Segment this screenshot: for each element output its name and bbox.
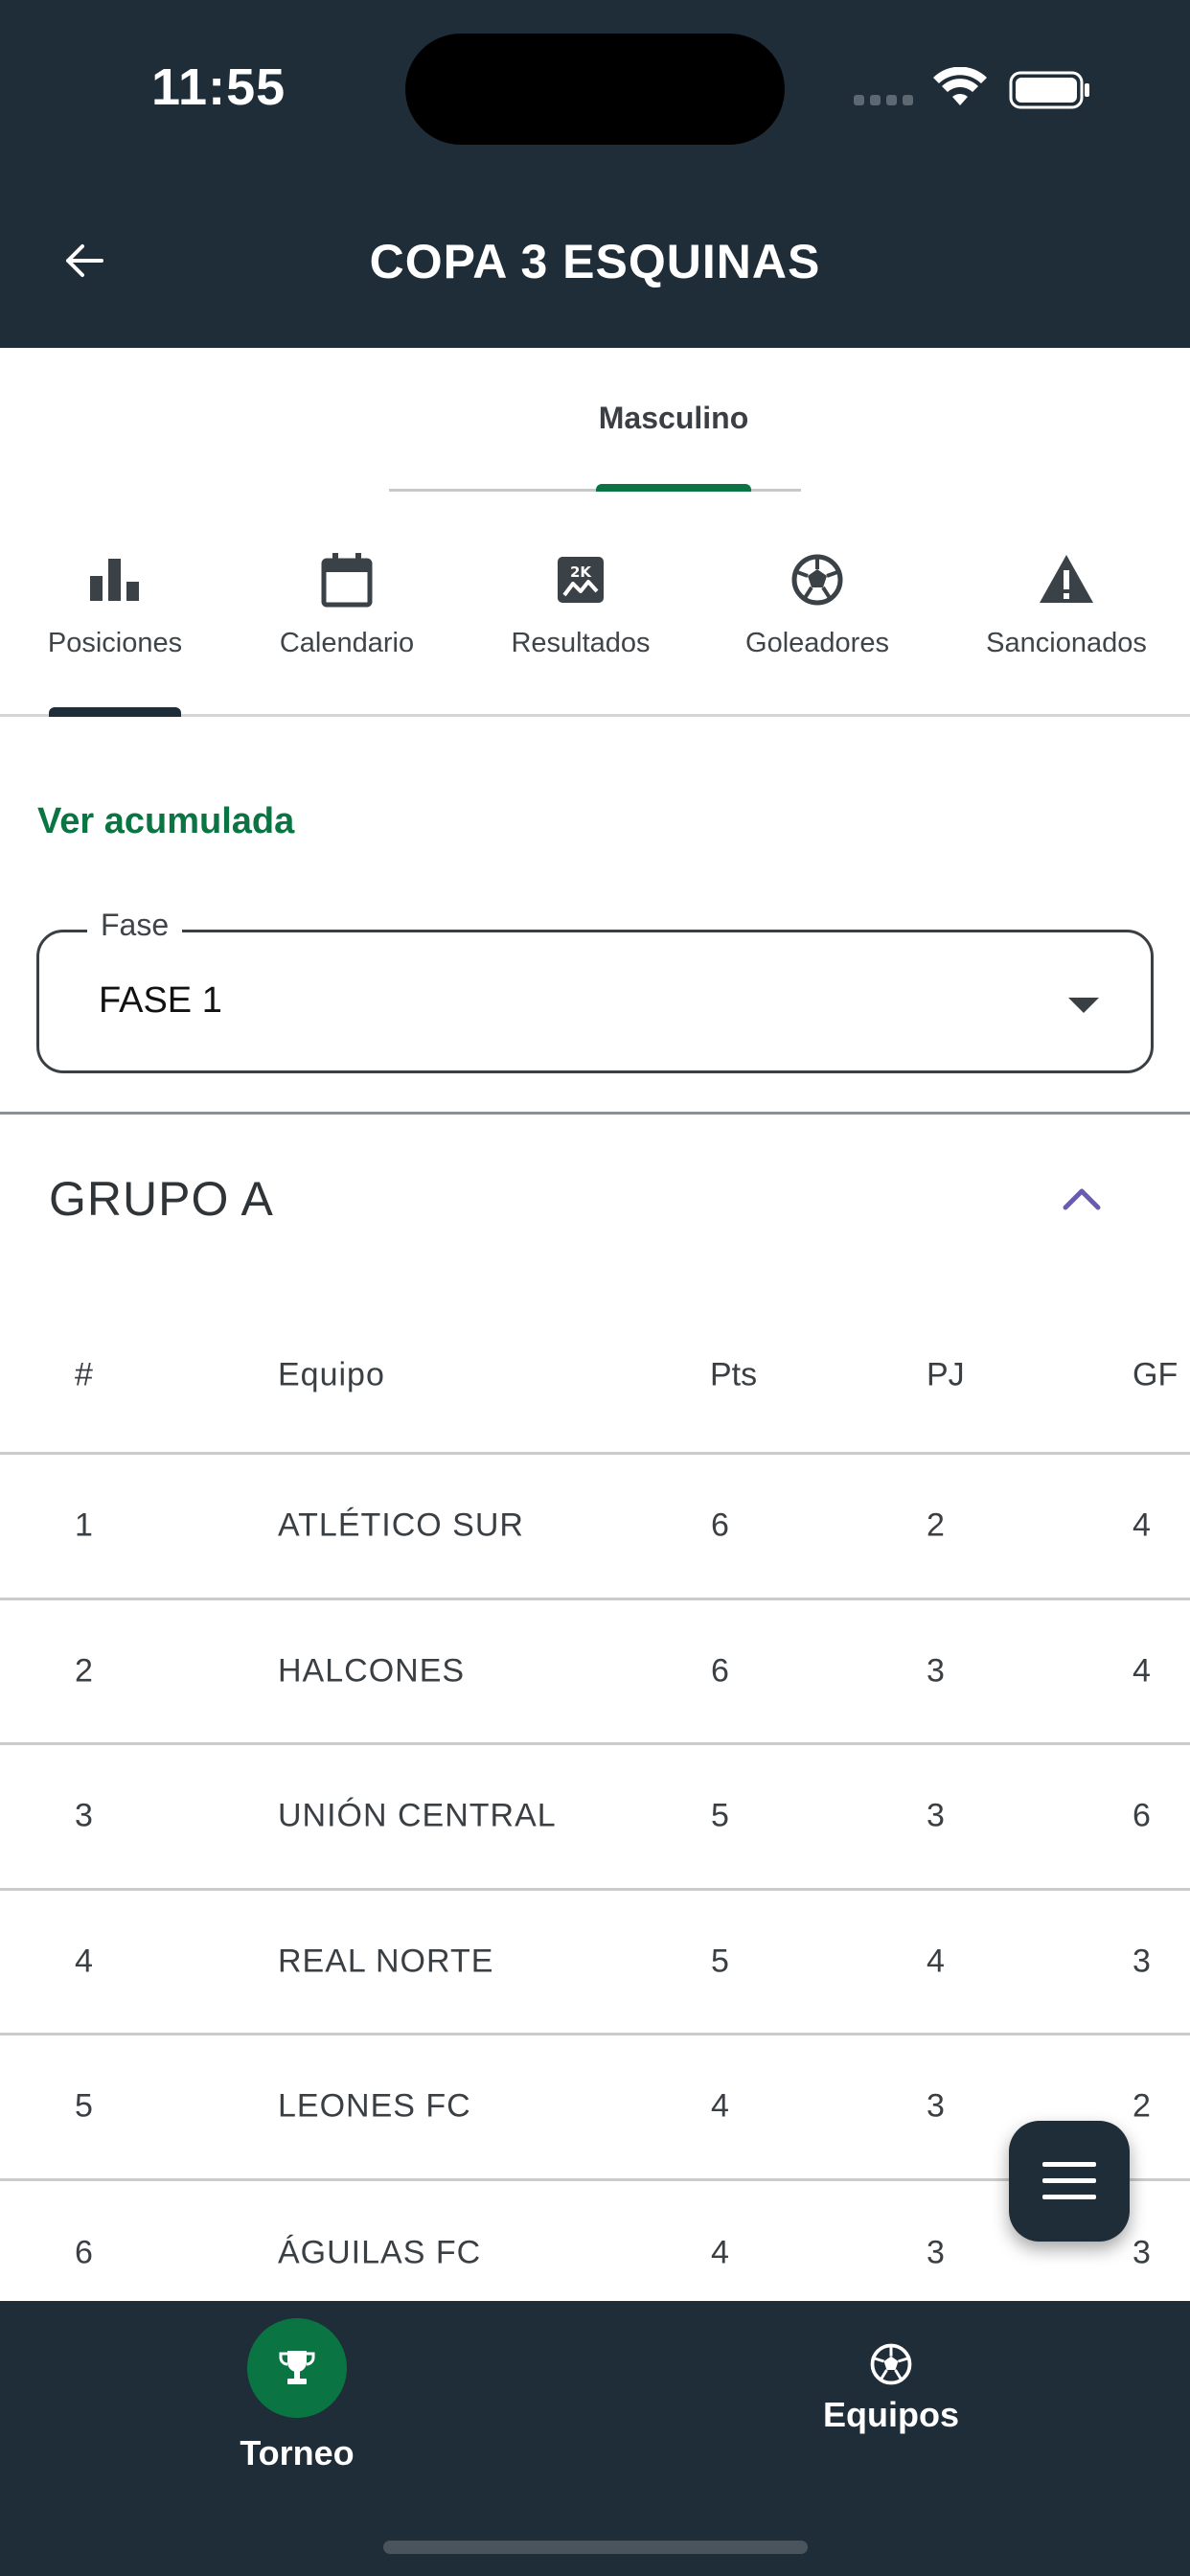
table-row[interactable]: 1 ATLÉTICO SUR 6 2 4 [0,1455,1190,1600]
tab-resultados[interactable]: 2K Resultados [494,549,667,659]
tab-goleadores[interactable]: Goleadores [731,549,904,659]
cell-team: LEONES FC [278,2087,471,2125]
svg-text:2K: 2K [570,564,592,581]
menu-fab-button[interactable] [1009,2121,1130,2242]
menu-icon [1042,2162,1096,2199]
cell-pts: 6 [711,1652,729,1690]
tab-masculino[interactable]: Masculino [596,401,751,436]
section-tab-active-indicator [49,707,181,717]
tab-sancionados[interactable]: Sancionados [971,549,1162,659]
cell-pts: 6 [711,1506,729,1544]
cell-gf: 3 [1133,2234,1151,2271]
section-tab-bar: Posiciones Calendario 2K Resultados Gole… [0,496,1190,717]
column-header-team: Equipo [278,1356,385,1393]
cell-rank: 5 [75,2087,93,2125]
cell-rank: 6 [75,2234,93,2271]
cell-pj: 3 [927,2087,945,2125]
chevron-up-icon[interactable] [1062,1184,1102,1211]
soccer-ball-icon [870,2343,912,2385]
cell-pts: 5 [711,1797,729,1834]
nav-active-highlight [247,2318,347,2418]
divider [0,1112,1190,1115]
nav-label: Torneo [240,2433,355,2472]
nav-item-torneo[interactable]: Torneo [230,2318,364,2473]
cell-gf: 4 [1133,1506,1151,1544]
fase-label: Fase [87,908,183,943]
nav-item-equipos[interactable]: Equipos [823,2341,959,2435]
tab-label: Posiciones [47,628,183,658]
dynamic-island [405,34,785,145]
table-row[interactable]: 2 HALCONES 6 3 4 [0,1600,1190,1745]
status-time: 11:55 [151,58,286,116]
wifi-icon [933,67,987,105]
tab-active-indicator [596,484,751,492]
cell-gf: 4 [1133,1652,1151,1690]
ver-acumulada-link[interactable]: Ver acumulada [37,801,294,842]
column-header-pts: Pts [710,1356,758,1393]
cell-pj: 2 [927,1506,945,1544]
calendar-icon [321,553,373,608]
column-header-rank: # [75,1356,93,1393]
cellular-signal-icon [854,95,913,105]
cell-rank: 4 [75,1943,93,1980]
table-row[interactable]: 4 REAL NORTE 5 4 3 [0,1891,1190,2036]
cell-pts: 4 [711,2234,729,2271]
cell-pts: 4 [711,2087,729,2125]
cell-team: REAL NORTE [278,1943,494,1980]
cell-rank: 2 [75,1652,93,1690]
tab-posiciones[interactable]: Posiciones [29,549,201,659]
cell-rank: 3 [75,1797,93,1834]
scoreboard-icon: 2K [558,557,604,603]
cell-gf: 6 [1133,1797,1151,1834]
bottom-nav: Torneo Equipos [0,2301,1190,2576]
tab-label: Sancionados [986,628,1147,658]
tab-calendario[interactable]: Calendario [261,549,433,659]
column-header-pj: PJ [927,1356,965,1393]
cell-team: ATLÉTICO SUR [278,1506,524,1544]
cell-team: UNIÓN CENTRAL [278,1797,557,1834]
cell-pts: 5 [711,1943,729,1980]
group-title: GRUPO A [49,1172,274,1226]
table-header-row: # Equipo Pts PJ GF [0,1299,1190,1455]
table-row[interactable]: 3 UNIÓN CENTRAL 5 3 6 [0,1745,1190,1891]
column-header-gf: GF [1133,1356,1179,1393]
tab-label: Goleadores [745,628,889,658]
bar-chart-icon [90,559,139,601]
cell-team: HALCONES [278,1652,466,1690]
cell-gf: 3 [1133,1943,1151,1980]
tab-label: Resultados [511,628,651,658]
cell-pj: 3 [927,1797,945,1834]
app-header: 11:55 COPA 3 ESQUINAS [0,0,1190,348]
gender-tab-bar: Masculino [0,348,1190,496]
tab-label: Calendario [279,628,415,658]
fase-value: FASE 1 [99,980,222,1021]
battery-icon [1009,71,1089,109]
page-title: COPA 3 ESQUINAS [369,235,821,288]
cell-pj: 3 [927,2234,945,2271]
cell-pj: 3 [927,1652,945,1690]
nav-label: Equipos [823,2395,959,2434]
home-indicator [383,2541,808,2554]
trophy-icon [279,2351,315,2384]
soccer-ball-icon [791,554,843,606]
cell-pj: 4 [927,1943,945,1980]
cell-rank: 1 [75,1506,93,1544]
cell-gf: 2 [1133,2087,1151,2125]
fase-select[interactable]: Fase FASE 1 [36,908,1154,1073]
cell-team: ÁGUILAS FC [278,2234,482,2271]
warning-icon [1040,555,1093,603]
dropdown-caret-icon [1068,998,1099,1013]
